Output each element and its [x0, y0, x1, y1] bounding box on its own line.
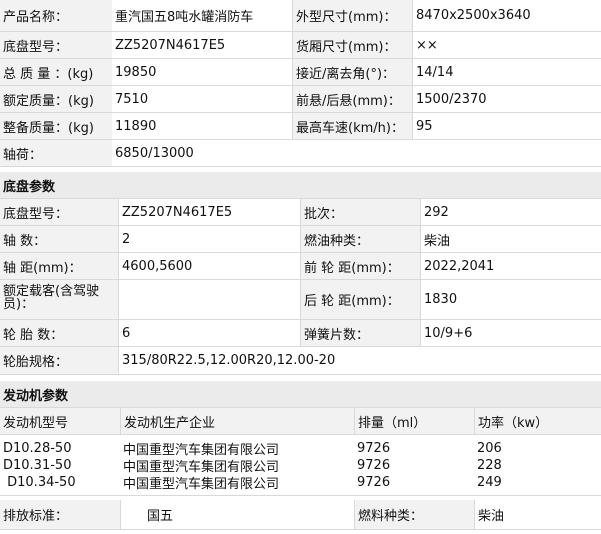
section-heading-chassis: 底盘参数	[0, 172, 601, 199]
label-cargo-box-size: 货厢尺寸(mm)：	[292, 32, 412, 58]
label-rated-passengers: 额定载客(含驾驶员)：	[0, 280, 118, 319]
chassis-row-axles: 轴 数： 2 燃油种类： 柴油	[0, 226, 601, 253]
label-curb-mass: 整备质量：(kg)	[0, 113, 112, 139]
col-header-engine-maker: 发动机生产企业	[120, 408, 354, 434]
value-front-track: 2022,2041	[420, 253, 601, 279]
col-header-engine-model: 发动机型号	[0, 408, 120, 434]
value-tire-spec: 315/80R22.5,12.00R20,12.00-20	[118, 347, 601, 374]
engine-model: D10.34-50	[0, 474, 120, 491]
value-fuel-type: 柴油	[420, 226, 601, 252]
engine-section-title: 发动机参数	[3, 388, 69, 404]
label-batch: 批次：	[300, 199, 420, 225]
label-axle-count: 轴 数：	[0, 226, 118, 252]
engine-displacement: 9726	[354, 474, 474, 491]
chassis-row-model: 底盘型号： ZZ5207N4617E5 批次： 292	[0, 199, 601, 226]
chassis-row-tire-spec: 轮胎规格： 315/80R22.5,12.00R20,12.00-20	[0, 347, 601, 375]
value-fuel-kind: 柴油	[474, 500, 601, 529]
spec-row-axle-load: 轴荷： 6850/13000	[0, 140, 601, 167]
engine-maker: 中国重型汽车集团有限公司	[120, 440, 354, 457]
value-cargo-box-size: ××	[412, 32, 601, 58]
value-rear-track: 1830	[420, 280, 601, 319]
value-chassis-model: ZZ5207N4617E5	[112, 32, 292, 58]
value-overhang: 1500/2370	[412, 86, 601, 112]
value-max-speed: 95	[412, 113, 601, 139]
engine-maker: 中国重型汽车集团有限公司	[120, 474, 354, 491]
label-chassis-model-2: 底盘型号：	[0, 199, 118, 225]
spec-row-curb-mass: 整备质量：(kg) 11890 最高车速(km/h)： 95	[0, 113, 601, 140]
label-tire-spec: 轮胎规格：	[0, 347, 118, 374]
table-row: D10.31-50 中国重型汽车集团有限公司 9726 228	[0, 457, 601, 474]
value-total-mass: 19850	[112, 59, 292, 85]
spec-page: 产品名称： 重汽国五8吨水罐消防车 外型尺寸(mm)： 8470x2500x36…	[0, 0, 601, 534]
value-axle-load: 6850/13000	[112, 140, 601, 166]
value-chassis-model-2: ZZ5207N4617E5	[118, 199, 300, 225]
engine-displacement: 9726	[354, 457, 474, 474]
value-dimensions: 8470x2500x3640	[412, 0, 601, 31]
chassis-row-tires: 轮 胎 数： 6 弹簧片数： 10/9+6	[0, 320, 601, 347]
engine-row-emission: 排放标准： 国五 燃料种类： 柴油	[0, 500, 601, 530]
label-rated-mass: 额定质量：(kg)	[0, 86, 112, 112]
label-fuel-kind: 燃料种类：	[354, 500, 474, 529]
value-wheelbase: 4600,5600	[118, 253, 300, 279]
label-spring-leaves: 弹簧片数：	[300, 320, 420, 346]
engine-power: 249	[474, 474, 601, 491]
value-approach-departure-angle: 14/14	[412, 59, 601, 85]
table-row: D10.34-50 中国重型汽车集团有限公司 9726 249	[0, 474, 601, 496]
label-chassis-model: 底盘型号：	[0, 32, 112, 58]
engine-power: 228	[474, 457, 601, 474]
col-header-power: 功率（kw）	[474, 408, 601, 434]
value-batch: 292	[420, 199, 601, 225]
label-fuel-type: 燃油种类：	[300, 226, 420, 252]
value-spring-leaves: 10/9+6	[420, 320, 601, 346]
table-row: D10.28-50 中国重型汽车集团有限公司 9726 206	[0, 440, 601, 457]
col-header-displacement: 排量（ml）	[354, 408, 474, 434]
label-max-speed: 最高车速(km/h)：	[292, 113, 412, 139]
engine-model: D10.31-50	[0, 457, 120, 474]
value-curb-mass: 11890	[112, 113, 292, 139]
chassis-section-title: 底盘参数	[3, 179, 56, 195]
value-rated-mass: 7510	[112, 86, 292, 112]
label-tire-count: 轮 胎 数：	[0, 320, 118, 346]
value-axle-count: 2	[118, 226, 300, 252]
engine-table-header: 发动机型号 发动机生产企业 排量（ml） 功率（kw）	[0, 408, 601, 435]
value-product-name: 重汽国五8吨水罐消防车	[112, 0, 292, 31]
chassis-row-passengers: 额定载客(含驾驶员)： 后 轮 距(mm)： 1830	[0, 280, 601, 320]
label-rear-track: 后 轮 距(mm)：	[300, 280, 420, 319]
engine-maker: 中国重型汽车集团有限公司	[120, 457, 354, 474]
label-axle-load: 轴荷：	[0, 140, 112, 166]
spec-row-chassis-model: 底盘型号： ZZ5207N4617E5 货厢尺寸(mm)： ××	[0, 32, 601, 59]
value-emission-standard: 国五	[120, 500, 354, 529]
engine-displacement: 9726	[354, 440, 474, 457]
engine-model: D10.28-50	[0, 440, 120, 457]
label-product-name: 产品名称：	[0, 0, 112, 31]
spec-row-product-name: 产品名称： 重汽国五8吨水罐消防车 外型尺寸(mm)： 8470x2500x36…	[0, 0, 601, 32]
label-dimensions: 外型尺寸(mm)：	[292, 0, 412, 31]
value-rated-passengers	[118, 280, 300, 319]
label-front-track: 前 轮 距(mm)：	[300, 253, 420, 279]
chassis-row-wheelbase: 轴 距(mm)： 4600,5600 前 轮 距(mm)： 2022,2041	[0, 253, 601, 280]
value-tire-count: 6	[118, 320, 300, 346]
spec-row-total-mass: 总 质 量 ：(kg) 19850 接近/离去角(°)： 14/14	[0, 59, 601, 86]
section-heading-engine: 发动机参数	[0, 381, 601, 408]
label-total-mass: 总 质 量 ：(kg)	[0, 59, 112, 85]
spec-row-rated-mass: 额定质量：(kg) 7510 前悬/后悬(mm)： 1500/2370	[0, 86, 601, 113]
label-emission-standard: 排放标准：	[0, 500, 120, 529]
engine-power: 206	[474, 440, 601, 457]
label-overhang: 前悬/后悬(mm)：	[292, 86, 412, 112]
label-approach-departure-angle: 接近/离去角(°)：	[292, 59, 412, 85]
label-wheelbase: 轴 距(mm)：	[0, 253, 118, 279]
